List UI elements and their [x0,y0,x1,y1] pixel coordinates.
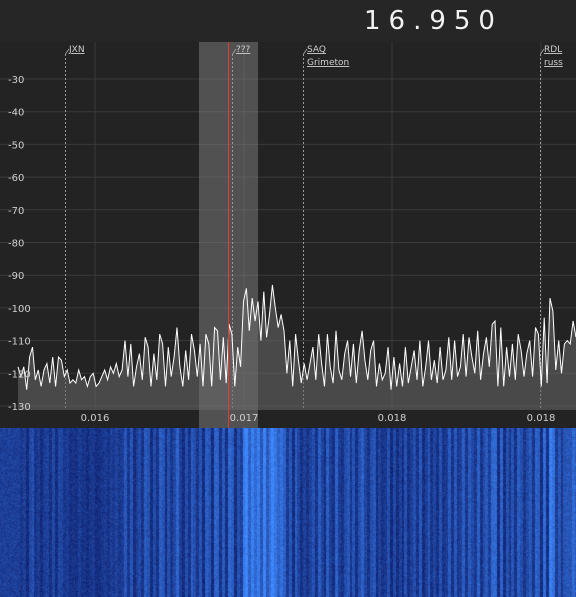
spectrum-plot[interactable]: JXN??? SAQ Grimeton RDL russ -30 -40 -50 -60 -70… [0,42,576,428]
waterfall-display[interactable] [0,428,576,597]
y-tick-label: -70 [8,206,24,217]
x-tick-label: 0.016 [81,413,110,424]
station-note-label[interactable]: russ [544,58,563,68]
y-tick-label: -80 [8,239,24,250]
y-tick-label: -90 [8,271,24,282]
y-tick-label: -40 [8,108,24,119]
x-tick-label: 0.017 [230,413,259,424]
y-tick-label: -60 [8,173,24,184]
frequency-readout-bar: 16.950 [0,0,576,42]
station-note-label[interactable]: Grimeton [307,58,349,68]
x-tick-label: 0.018 [378,413,407,424]
y-tick-label: -100 [8,304,31,315]
sdr-spectrum-display: 16.950 JXN??? SAQ Grimeton RDL russ -30 -40 -5… [0,0,576,597]
y-tick-label: -30 [8,75,24,86]
y-tick-label: -120 [8,369,31,380]
y-tick-label: -130 [8,402,31,413]
station-name-label[interactable]: RDL [544,45,562,55]
x-tick-label: 0.018 [527,413,556,424]
tuned-frequency-readout[interactable]: 16.950 [364,6,503,36]
station-name-label[interactable]: ??? [236,45,251,55]
y-tick-label: -50 [8,140,24,151]
y-tick-label: -110 [8,337,31,348]
station-name-label[interactable]: SAQ [307,45,326,55]
station-name-label[interactable]: JXN [68,45,85,55]
